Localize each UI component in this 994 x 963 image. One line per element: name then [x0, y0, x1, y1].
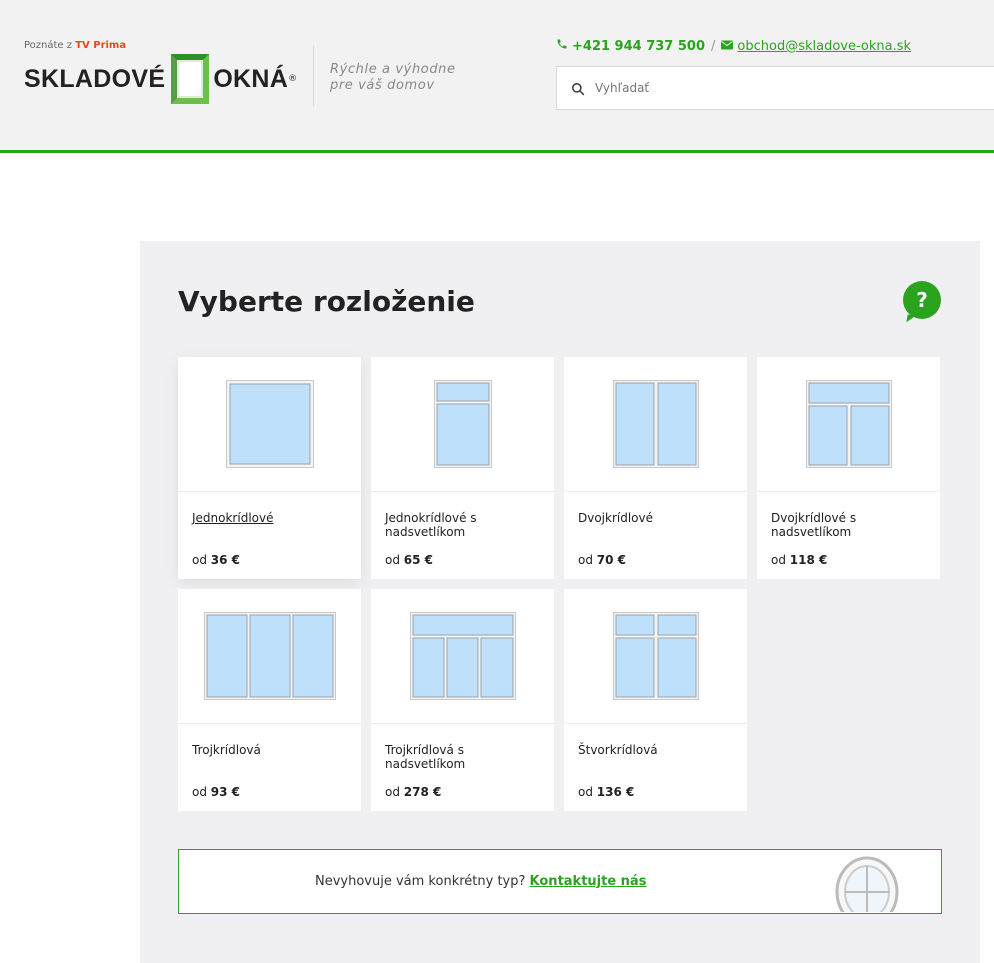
price-value: 36 € — [210, 553, 241, 567]
logo-word-right: OKNÁ — [213, 64, 289, 93]
card-name: Štvorkrídlová — [578, 743, 658, 757]
phone-link[interactable]: +421 944 737 500 — [572, 39, 705, 54]
card-price: od 93 € — [192, 785, 240, 799]
logo-word-left: SKLADOVÉ — [24, 64, 166, 93]
price-value: 278 € — [403, 785, 442, 799]
card-name: Dvojkrídlové s nadsvetlíkom — [771, 511, 857, 539]
price-prefix: od — [771, 553, 786, 567]
layout-card-single[interactable]: Jednokrídlové od 36 € — [178, 357, 361, 579]
card-name: Trojkrídlová s nadsvetlíkom — [385, 743, 466, 771]
layout-card-triple[interactable]: Trojkrídlová od 93 € — [178, 589, 361, 811]
price-prefix: od — [578, 553, 593, 567]
tv-badge: Poznáte z TV Prima — [24, 40, 126, 51]
contacts: +421 944 737 500 / obchod@skladove-okna.s… — [556, 38, 911, 54]
window-layout-icon — [178, 357, 361, 492]
window-layout-icon — [178, 589, 361, 724]
tv-prefix: Poznáte z — [24, 40, 73, 51]
banner-question: Nevyhovuje vám konkrétny typ? — [315, 874, 526, 889]
card-price: od 36 € — [192, 553, 240, 567]
search-icon[interactable] — [571, 81, 585, 96]
price-value: 65 € — [403, 553, 434, 567]
mail-icon — [721, 39, 734, 54]
price-value: 93 € — [210, 785, 241, 799]
card-price: od 70 € — [578, 553, 626, 567]
tv-name: TV Prima — [75, 40, 127, 51]
window-layout-icon — [564, 357, 747, 492]
card-name: Jednokrídlové s nadsvetlíkom — [385, 511, 477, 539]
layout-panel: Vyberte rozloženie ? Jednokrídlové od 36 … — [140, 241, 980, 963]
round-window-icon — [827, 856, 907, 928]
window-layout-icon — [757, 357, 940, 492]
window-layout-icon — [371, 357, 554, 492]
card-price: od 65 € — [385, 553, 433, 567]
header-divider — [313, 46, 314, 106]
layout-card-double-transom[interactable]: Dvojkrídlové s nadsvetlíkom od 118 € — [757, 357, 940, 579]
price-value: 136 € — [596, 785, 635, 799]
price-prefix: od — [385, 785, 400, 799]
phone-icon — [556, 38, 568, 54]
card-price: od 278 € — [385, 785, 441, 799]
layout-card-triple-transom[interactable]: Trojkrídlová s nadsvetlíkom od 278 € — [371, 589, 554, 811]
window-layout-icon — [371, 589, 554, 724]
layout-card-single-transom[interactable]: Jednokrídlové s nadsvetlíkom od 65 € — [371, 357, 554, 579]
tagline-line-1: Rýchle a výhodne — [330, 62, 456, 77]
page-title: Vyberte rozloženie — [178, 285, 475, 318]
tagline-line-2: pre váš domov — [330, 78, 435, 93]
card-name: Trojkrídlová — [192, 743, 261, 757]
card-price: od 136 € — [578, 785, 634, 799]
price-value: 118 € — [789, 553, 828, 567]
layout-card-quad[interactable]: Štvorkrídlová od 136 € — [564, 589, 747, 811]
price-prefix: od — [192, 785, 207, 799]
banner-text: Nevyhovuje vám konkrétny typ? Kontaktujt… — [315, 874, 646, 889]
card-price: od 118 € — [771, 553, 827, 567]
help-icon[interactable]: ? — [903, 281, 941, 319]
card-name: Jednokrídlové — [192, 511, 274, 525]
card-name: Dvojkrídlové — [578, 511, 654, 525]
search-box — [556, 66, 994, 110]
contact-banner: Nevyhovuje vám konkrétny typ? Kontaktujt… — [178, 849, 942, 928]
price-value: 70 € — [596, 553, 627, 567]
price-prefix: od — [578, 785, 593, 799]
window-layout-icon — [564, 589, 747, 724]
logo-registered: ® — [288, 74, 298, 84]
price-prefix: od — [385, 553, 400, 567]
search-input[interactable] — [595, 81, 955, 95]
logo[interactable]: SKLADOVÉ OKNÁ ® — [24, 54, 297, 104]
logo-window-icon — [171, 54, 210, 104]
tagline: Rýchle a výhodne pre váš domov — [330, 62, 456, 94]
email-link[interactable]: obchod@skladove-okna.sk — [737, 39, 911, 54]
contact-link[interactable]: Kontaktujte nás — [530, 874, 647, 889]
contact-separator: / — [711, 39, 716, 54]
site-header: Poznáte z TV Prima SKLADOVÉ OKNÁ ® Rýchl… — [0, 0, 994, 153]
price-prefix: od — [192, 553, 207, 567]
layout-card-double[interactable]: Dvojkrídlové od 70 € — [564, 357, 747, 579]
